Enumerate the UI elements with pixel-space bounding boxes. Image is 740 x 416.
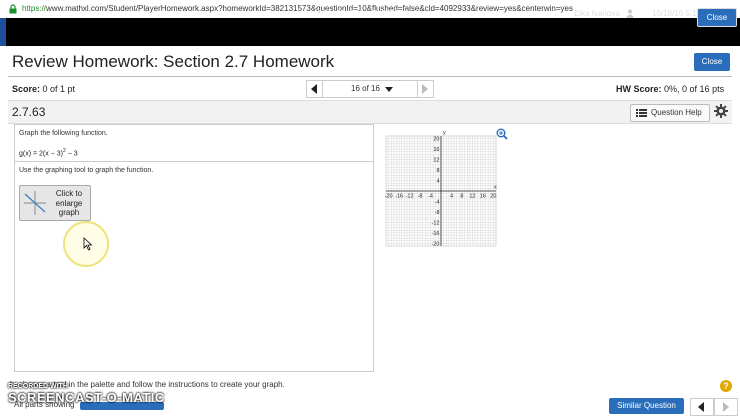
page-title: Review Homework: Section 2.7 Homework bbox=[12, 52, 335, 71]
nav-divider bbox=[417, 81, 418, 97]
x-tick-label: -16 bbox=[395, 194, 403, 200]
previous-button[interactable] bbox=[690, 398, 714, 416]
header-accent bbox=[0, 18, 6, 46]
x-tick-label: -12 bbox=[406, 194, 414, 200]
function-base: g(x) = 2(x − 3) bbox=[19, 150, 63, 158]
chevron-down-icon[interactable] bbox=[385, 87, 393, 92]
help-icon[interactable]: ? bbox=[720, 380, 732, 392]
score-label: Score: bbox=[12, 84, 41, 94]
panel-divider bbox=[15, 161, 373, 162]
url-text[interactable]: https://www.mathxl.com/Student/PlayerHom… bbox=[22, 3, 573, 15]
function-tail: − 3 bbox=[65, 150, 78, 158]
y-tick-label: -8 bbox=[435, 210, 440, 216]
graphing-instruction: Use the graphing tool to graph the funct… bbox=[19, 167, 154, 174]
arrow-right-icon bbox=[723, 402, 729, 412]
y-tick-label: 8 bbox=[436, 168, 439, 174]
question-panel: Graph the following function. g(x) = 2(x… bbox=[14, 124, 374, 372]
title-divider bbox=[8, 76, 732, 77]
y-tick-label: -4 bbox=[435, 199, 440, 205]
y-tick-label: 4 bbox=[436, 179, 439, 185]
question-position[interactable]: 16 of 16 bbox=[351, 84, 380, 94]
x-tick-label: 20 bbox=[490, 194, 496, 200]
lock-icon bbox=[9, 4, 17, 14]
enlarge-graph-label: Click to enlarge graph bbox=[55, 189, 83, 217]
close-button[interactable]: Close bbox=[694, 53, 730, 71]
x-tick-label: 12 bbox=[469, 194, 475, 200]
top-header bbox=[0, 18, 740, 46]
question-id: 2.7.63 bbox=[12, 105, 46, 119]
next-button[interactable] bbox=[714, 398, 738, 416]
x-tick-label: 8 bbox=[460, 194, 463, 200]
score: Score: 0 of 1 pt bbox=[12, 83, 75, 95]
user-name: Elka Ivanova bbox=[574, 9, 620, 18]
header-close-button[interactable]: Close bbox=[697, 8, 737, 27]
hw-score-label: HW Score: bbox=[616, 84, 662, 94]
y-tick-label: -12 bbox=[432, 220, 440, 226]
x-tick-label: 16 bbox=[480, 194, 486, 200]
question-help-button[interactable]: Question Help bbox=[630, 104, 710, 122]
enlarge-graph-button[interactable]: Click to enlarge graph bbox=[19, 185, 91, 221]
x-tick-label: -20 bbox=[385, 194, 393, 200]
y-tick-label: -16 bbox=[432, 231, 440, 237]
y-tick-label: 16 bbox=[433, 147, 439, 153]
hw-score: HW Score: 0%, 0 of 16 pts bbox=[616, 83, 724, 95]
x-axis-label: x bbox=[494, 185, 497, 191]
question-navigator: 16 of 16 bbox=[306, 80, 434, 98]
x-tick-label: 4 bbox=[450, 194, 453, 200]
x-tick-label: -8 bbox=[418, 194, 423, 200]
coordinate-grid[interactable]: -20 -16 -12 -8 -4 4 8 12 16 20 20 16 12 8 4 -4 -8 -12 -16-… bbox=[376, 126, 506, 256]
graph-thumbnail-icon bbox=[24, 191, 46, 215]
question-help-label: Question Help bbox=[651, 108, 702, 117]
mouse-cursor-icon bbox=[83, 237, 93, 251]
nav-divider bbox=[322, 81, 323, 97]
x-tick-label: -4 bbox=[428, 194, 433, 200]
y-tick-label: -20 bbox=[432, 241, 440, 247]
y-tick-label: 12 bbox=[433, 158, 439, 164]
course-info: MAC1105, F16, #216425, Online bbox=[310, 9, 427, 18]
question-id-bar: 2.7.63 Question Help bbox=[8, 100, 732, 124]
next-question-icon[interactable] bbox=[422, 84, 428, 94]
arrow-left-icon bbox=[698, 402, 704, 412]
watermark-line2: SCREENCAST-O-MATIC bbox=[8, 390, 165, 405]
url-protocol: https:// bbox=[22, 4, 47, 13]
y-tick-label: 20 bbox=[433, 137, 439, 143]
zoom-in-icon[interactable] bbox=[496, 128, 508, 140]
function-expression: g(x) = 2(x − 3)2 − 3 bbox=[19, 147, 78, 158]
y-axis-label: y bbox=[443, 130, 446, 136]
hw-score-value: 0%, 0 of 16 pts bbox=[664, 84, 725, 94]
score-value: 0 of 1 pt bbox=[42, 84, 76, 94]
list-icon bbox=[636, 109, 647, 117]
gear-icon[interactable] bbox=[714, 104, 728, 118]
user-icon bbox=[626, 9, 634, 18]
previous-question-icon[interactable] bbox=[311, 84, 317, 94]
question-instruction: Graph the following function. bbox=[19, 130, 108, 137]
graph-svg[interactable]: -20 -16 -12 -8 -4 4 8 12 16 2020161284-4-8-12-16-… bbox=[376, 126, 506, 256]
similar-question-button[interactable]: Similar Question bbox=[609, 398, 684, 414]
